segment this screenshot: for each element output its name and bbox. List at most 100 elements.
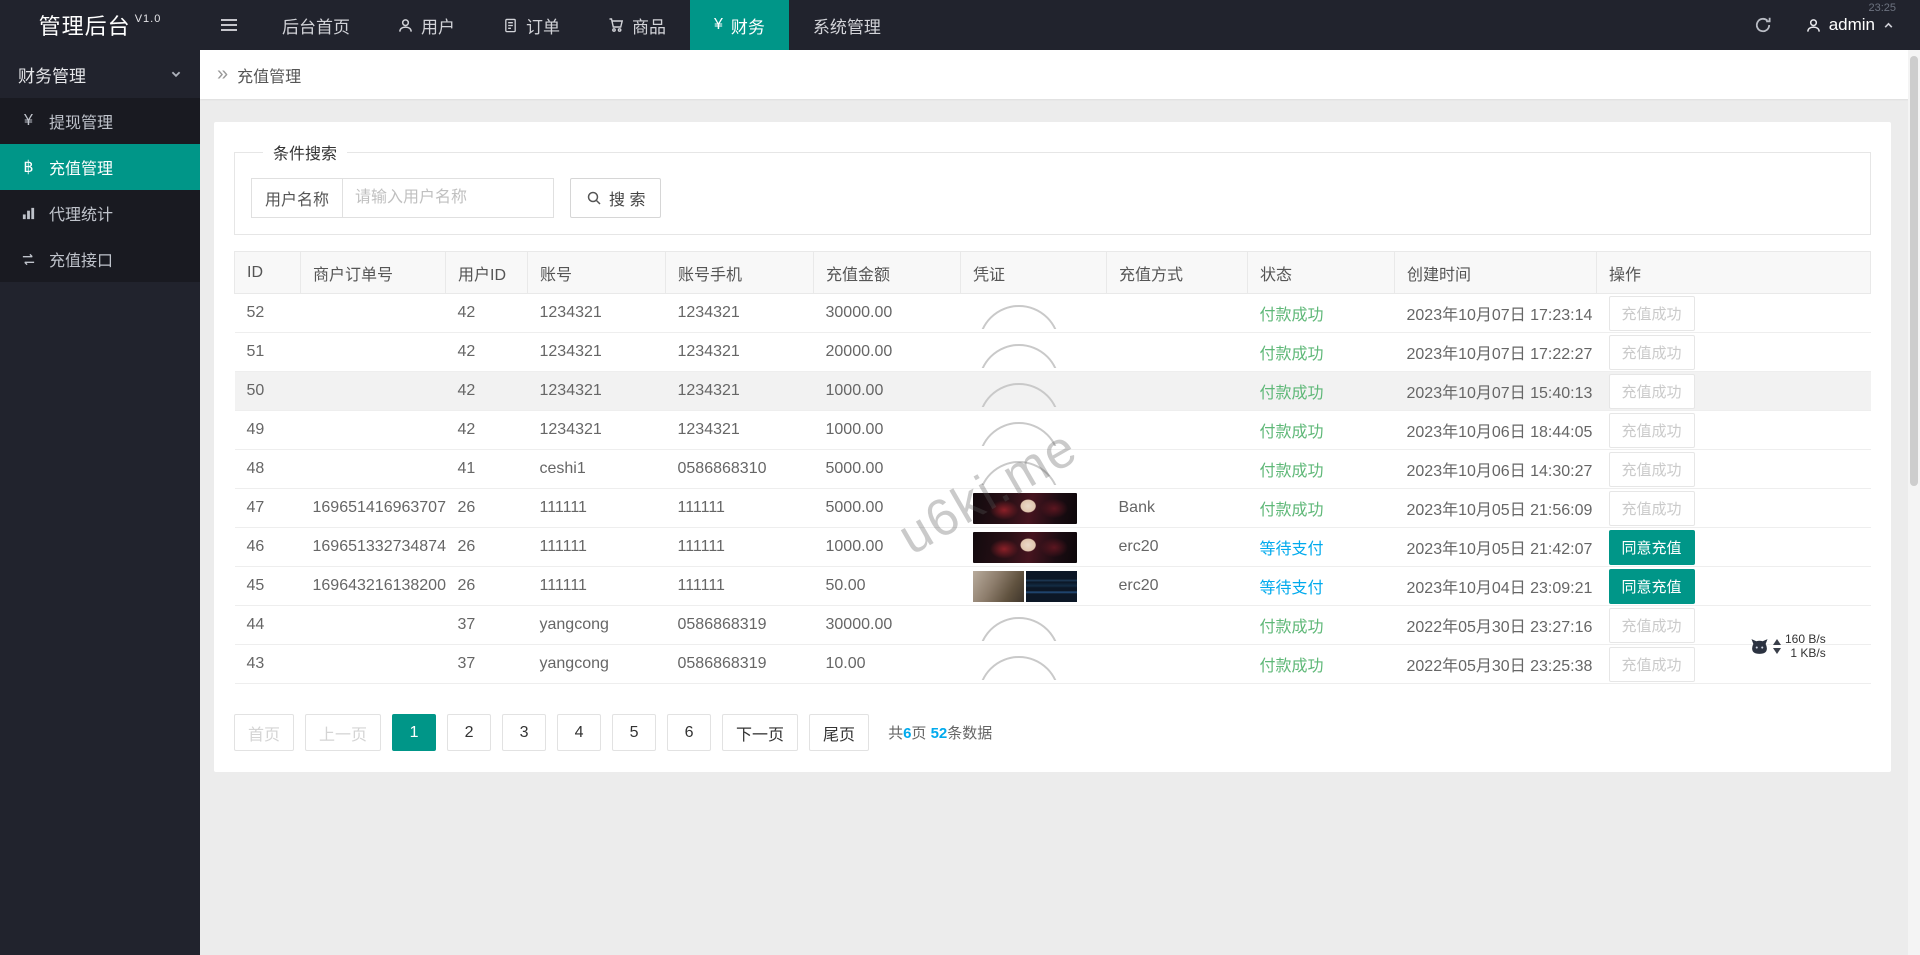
user-id-cell: 37 xyxy=(445,605,528,645)
app-logo: 管理后台 V1.0 xyxy=(0,0,200,50)
recharge-success-button: 充值成功 xyxy=(1608,451,1695,487)
order-no-cell: 169651332734874 xyxy=(300,527,446,567)
account-cell: yangcong xyxy=(527,605,666,645)
nav-item-finance[interactable]: ¥ 财务 xyxy=(690,0,789,50)
table-row: 46 169651332734874 26 111111 111111 1000.00 er… xyxy=(234,527,1871,567)
amount-cell: 20000.00 xyxy=(813,332,961,372)
sidebar-group-label: 财务管理 xyxy=(18,66,86,86)
document-icon xyxy=(505,18,516,32)
next-page-button[interactable]: 下一页 xyxy=(722,714,799,751)
approve-recharge-button[interactable]: 同意充值 xyxy=(1608,568,1695,604)
nav-item-label: 商品 xyxy=(632,17,666,37)
order-no-cell xyxy=(300,293,446,333)
breadcrumb: » 充值管理 xyxy=(200,50,1920,99)
cart-icon xyxy=(609,18,624,32)
status-text: 付款成功 xyxy=(1259,346,1324,363)
order-no-cell xyxy=(300,332,446,372)
status-cell: 付款成功 xyxy=(1247,488,1395,528)
voucher-placeholder-icon xyxy=(973,337,1061,368)
action-cell: 充值成功 xyxy=(1596,449,1871,489)
phone-cell: 1234321 xyxy=(665,332,814,372)
status-cell: 付款成功 xyxy=(1247,410,1395,450)
page-button-2[interactable]: 2 xyxy=(447,714,492,751)
id-cell: 49 xyxy=(234,410,301,450)
pagination-info-text: 共 xyxy=(888,725,904,742)
username-input[interactable] xyxy=(342,178,555,218)
nav-item-home[interactable]: 后台首页 xyxy=(258,0,374,50)
method-cell: Bank xyxy=(1106,488,1248,528)
column-header: 账号手机 xyxy=(665,251,814,294)
sidebar-group-finance[interactable]: 财务管理 xyxy=(0,50,200,98)
last-page-button[interactable]: 尾页 xyxy=(809,714,870,751)
nav-item-products[interactable]: 商品 xyxy=(584,0,690,50)
status-cell: 付款成功 xyxy=(1247,332,1395,372)
user-id-cell: 42 xyxy=(445,410,528,450)
amount-cell: 50.00 xyxy=(813,566,961,606)
prev-page-button[interactable]: 上一页 xyxy=(305,714,382,751)
table-row: 45 169643216138200 26 111111 111111 50.00 erc2… xyxy=(234,566,1871,606)
page-button-4[interactable]: 4 xyxy=(557,714,602,751)
page-button-5[interactable]: 5 xyxy=(612,714,657,751)
search-icon xyxy=(587,191,601,205)
voucher-cell xyxy=(960,371,1107,411)
voucher-photo[interactable] xyxy=(972,531,1077,563)
table-row: 52 42 1234321 1234321 30000.00 付款成功 2023年10月07… xyxy=(234,293,1871,333)
voucher-cell xyxy=(960,605,1107,645)
status-text: 付款成功 xyxy=(1259,658,1324,675)
nav-item-orders[interactable]: 订单 xyxy=(479,0,584,50)
table-row: 49 42 1234321 1234321 1000.00 付款成功 2023年10月06日… xyxy=(234,410,1871,450)
id-cell: 48 xyxy=(234,449,301,489)
account-cell: yangcong xyxy=(527,644,666,684)
voucher-cell xyxy=(960,644,1107,684)
approve-recharge-button[interactable]: 同意充值 xyxy=(1608,529,1695,565)
action-cell: 充值成功 xyxy=(1596,332,1871,372)
admin-menu[interactable]: admin xyxy=(1792,0,1920,50)
sidebar-item-agent-stats[interactable]: 代理统计 xyxy=(0,190,200,236)
status-text: 付款成功 xyxy=(1259,463,1324,480)
method-cell xyxy=(1106,332,1248,372)
withdraw-icon: ¥ xyxy=(24,112,33,129)
scrollbar-thumb[interactable] xyxy=(1910,56,1918,486)
sidebar-item-recharge[interactable]: ฿ 充值管理 xyxy=(0,144,200,190)
refresh-button[interactable] xyxy=(1734,0,1792,50)
recharge-success-button: 充值成功 xyxy=(1608,295,1695,331)
bitcoin-icon: ฿ xyxy=(23,159,34,176)
first-page-button[interactable]: 首页 xyxy=(234,714,295,751)
voucher-photos[interactable] xyxy=(972,570,1077,602)
voucher-photo[interactable] xyxy=(972,492,1077,524)
download-speed: 1 KB/s xyxy=(1790,646,1826,661)
page-button-6[interactable]: 6 xyxy=(667,714,712,751)
overlay-clock: 23:25 xyxy=(1868,2,1896,14)
page-button-3[interactable]: 3 xyxy=(502,714,547,751)
sidebar-item-withdraw[interactable]: ¥ 提现管理 xyxy=(0,98,200,144)
search-button[interactable]: 搜 索 xyxy=(570,178,662,218)
recharge-success-button: 充值成功 xyxy=(1608,646,1695,682)
sidebar-item-recharge-api[interactable]: 充值接口 xyxy=(0,236,200,282)
status-text: 付款成功 xyxy=(1259,424,1324,441)
column-header: ID xyxy=(234,251,301,294)
account-cell: 1234321 xyxy=(527,293,666,333)
search-form: 用户名称 搜 索 xyxy=(251,178,1854,218)
collapse-menu-button[interactable] xyxy=(200,0,258,50)
admin-username: admin xyxy=(1828,15,1875,34)
user-id-cell: 26 xyxy=(445,527,528,567)
scrollbar-track xyxy=(1908,50,1920,955)
amount-cell: 1000.00 xyxy=(813,410,961,450)
status-text: 付款成功 xyxy=(1259,385,1324,402)
order-no-cell xyxy=(300,605,446,645)
nav-item-users[interactable]: 用户 xyxy=(374,0,479,50)
nav-item-label: 用户 xyxy=(421,17,455,37)
voucher-cell xyxy=(960,410,1107,450)
column-header: 商户订单号 xyxy=(300,251,446,294)
order-no-cell: 169651416963707 xyxy=(300,488,446,528)
search-legend: 条件搜索 xyxy=(273,146,338,163)
chart-icon xyxy=(19,206,38,221)
page-button-1[interactable]: 1 xyxy=(392,714,437,751)
id-cell: 52 xyxy=(234,293,301,333)
account-cell: 111111 xyxy=(527,488,666,528)
user-id-cell: 42 xyxy=(445,293,528,333)
phone-cell: 111111 xyxy=(665,488,814,528)
id-cell: 45 xyxy=(234,566,301,606)
table-row: 48 41 ceshi1 0586868310 5000.00 付款成功 2023年10月0… xyxy=(234,449,1871,489)
nav-item-system[interactable]: 系统管理 xyxy=(789,0,905,50)
